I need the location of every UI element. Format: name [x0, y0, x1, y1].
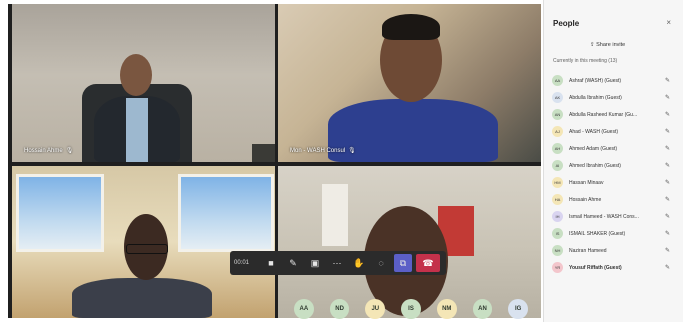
- share-icon: ⇪: [590, 42, 595, 48]
- avatar: AI: [552, 160, 563, 171]
- participant-name: Hossain Ahme: [569, 196, 602, 203]
- list-item[interactable]: AA Ashraf (WASH) (Guest) ✎: [544, 72, 683, 89]
- participant-shirt: [126, 98, 148, 162]
- participant-name: Ahmed Ibrahim (Guest): [569, 162, 621, 169]
- participant-name: Hassan Minaav: [569, 179, 604, 186]
- participant-name: Naziran Hameed: [569, 247, 607, 254]
- participant-glasses: [126, 244, 168, 254]
- side-table: [252, 144, 275, 162]
- video-tile-3[interactable]: [12, 166, 275, 318]
- window-frame: [178, 174, 274, 252]
- mic-off-icon: 🎙: [65, 148, 74, 154]
- participant-name: Ashraf (WASH) (Guest): [569, 77, 622, 84]
- participants-section-label[interactable]: Currently in this meeting (13): [553, 58, 617, 64]
- window-frame: [16, 174, 104, 252]
- list-item[interactable]: HM Hassan Minaav ✎: [544, 174, 683, 191]
- chat-icon[interactable]: ◌: [372, 254, 390, 272]
- mic-off-icon: ✎: [664, 214, 670, 220]
- mic-off-icon: ✎: [664, 78, 670, 84]
- mic-off-icon: ✎: [664, 146, 670, 152]
- mic-off-icon: ✎: [664, 112, 670, 118]
- participant-head: [120, 54, 152, 96]
- participant-name-tag: Hossain Ahme 🎙: [24, 148, 74, 154]
- list-item[interactable]: YR Yousuf Riffath (Guest) ✎: [544, 259, 683, 276]
- mic-off-icon: ✎: [664, 197, 670, 203]
- participant-name: Abdulla Rasheed Kumar (Gu...: [569, 111, 638, 118]
- mic-off-icon: 🎙: [348, 148, 356, 154]
- list-item[interactable]: NH Naziran Hameed ✎: [544, 242, 683, 259]
- list-item[interactable]: HA Hossain Ahme ✎: [544, 191, 683, 208]
- participant-name: ISMAIL SHAKER (Guest): [569, 230, 626, 237]
- people-list: AA Ashraf (WASH) (Guest) ✎ AK Abdulla Ibrahi…: [544, 72, 683, 276]
- mic-off-icon: ✎: [664, 248, 670, 254]
- raise-hand-icon[interactable]: ✋: [350, 254, 368, 272]
- participant-name: Yousuf Riffath (Guest): [569, 264, 622, 271]
- participant-avatar[interactable]: AA: [294, 299, 314, 319]
- more-icon[interactable]: ⋯: [328, 254, 346, 272]
- share-invite-label: Share invite: [596, 42, 626, 48]
- video-tile-1[interactable]: Hossain Ahme 🎙: [12, 4, 275, 162]
- video-stage: Hossain Ahme 🎙 Mon - WASH Consul 🎙 00:01 ■…: [8, 4, 544, 320]
- mic-off-icon: ✎: [664, 95, 670, 101]
- share-screen-icon[interactable]: ▣: [306, 254, 324, 272]
- list-item[interactable]: AH Ahmed Adam (Guest) ✎: [544, 140, 683, 157]
- list-item[interactable]: IS ISMAIL SHAKER (Guest) ✎: [544, 225, 683, 242]
- participant-name: Ismail Hameed - WASH Cons...: [569, 213, 639, 220]
- wall-panel: [322, 184, 348, 246]
- participant-avatar[interactable]: AN: [472, 299, 493, 319]
- avatar: AK: [552, 92, 563, 103]
- panel-title: People: [553, 19, 580, 28]
- participants-icon[interactable]: ⧉: [394, 254, 412, 272]
- list-item[interactable]: AK Abdulla Ibrahim (Guest) ✎: [544, 89, 683, 106]
- participant-avatar[interactable]: IS: [401, 299, 421, 319]
- participant-avatar-strip: AA ND JU IS NM AN IG: [294, 298, 544, 320]
- hang-up-icon[interactable]: ☎: [416, 254, 440, 272]
- video-tile-2[interactable]: Mon - WASH Consul 🎙: [278, 4, 541, 162]
- mic-off-icon: ✎: [664, 180, 670, 186]
- avatar: HM: [552, 177, 563, 188]
- participant-name-tag: Mon - WASH Consul 🎙: [290, 148, 356, 154]
- share-invite-button[interactable]: ⇪ Share invite: [584, 40, 631, 50]
- video-tile-4[interactable]: [278, 166, 541, 318]
- avatar: HA: [552, 194, 563, 205]
- participant-name: Ahmed Adam (Guest): [569, 145, 618, 152]
- list-item[interactable]: AN Abdulla Rasheed Kumar (Gu... ✎: [544, 106, 683, 123]
- avatar: AN: [552, 109, 563, 120]
- list-item[interactable]: AI Ahmed Ibrahim (Guest) ✎: [544, 157, 683, 174]
- participant-body: [72, 278, 212, 318]
- avatar: AJ: [552, 126, 563, 137]
- camera-icon[interactable]: ■: [262, 254, 280, 272]
- people-panel: People × ⇪ Share invite Currently in thi…: [543, 0, 683, 322]
- mic-off-icon: ✎: [664, 231, 670, 237]
- avatar: NH: [552, 245, 563, 256]
- microphone-icon[interactable]: ✎: [284, 254, 302, 272]
- avatar: AH: [552, 143, 563, 154]
- participant-avatar[interactable]: ND: [329, 299, 350, 319]
- mic-off-icon: ✎: [664, 129, 670, 135]
- participant-avatar[interactable]: IG: [508, 299, 529, 319]
- participant-name: Abdulla Ibrahim (Guest): [569, 94, 622, 101]
- meeting-timer: 00:01: [234, 260, 250, 266]
- avatar: YR: [552, 262, 563, 273]
- mic-off-icon: ✎: [664, 163, 670, 169]
- close-icon[interactable]: ×: [666, 18, 671, 27]
- mic-off-icon: ✎: [664, 265, 670, 271]
- participant-avatar[interactable]: JU: [365, 299, 386, 319]
- avatar: IS: [552, 228, 563, 239]
- participant-avatar[interactable]: NM: [436, 299, 457, 319]
- participant-hair: [382, 14, 440, 40]
- participant-name: Ahad - WASH (Guest): [569, 128, 618, 135]
- list-item[interactable]: IH Ismail Hameed - WASH Cons... ✎: [544, 208, 683, 225]
- list-item[interactable]: AJ Ahad - WASH (Guest) ✎: [544, 123, 683, 140]
- meeting-toolbar: 00:01 ■ ✎ ▣ ⋯ ✋ ◌ ⧉ ☎: [230, 251, 446, 275]
- avatar: IH: [552, 211, 563, 222]
- avatar: AA: [552, 75, 563, 86]
